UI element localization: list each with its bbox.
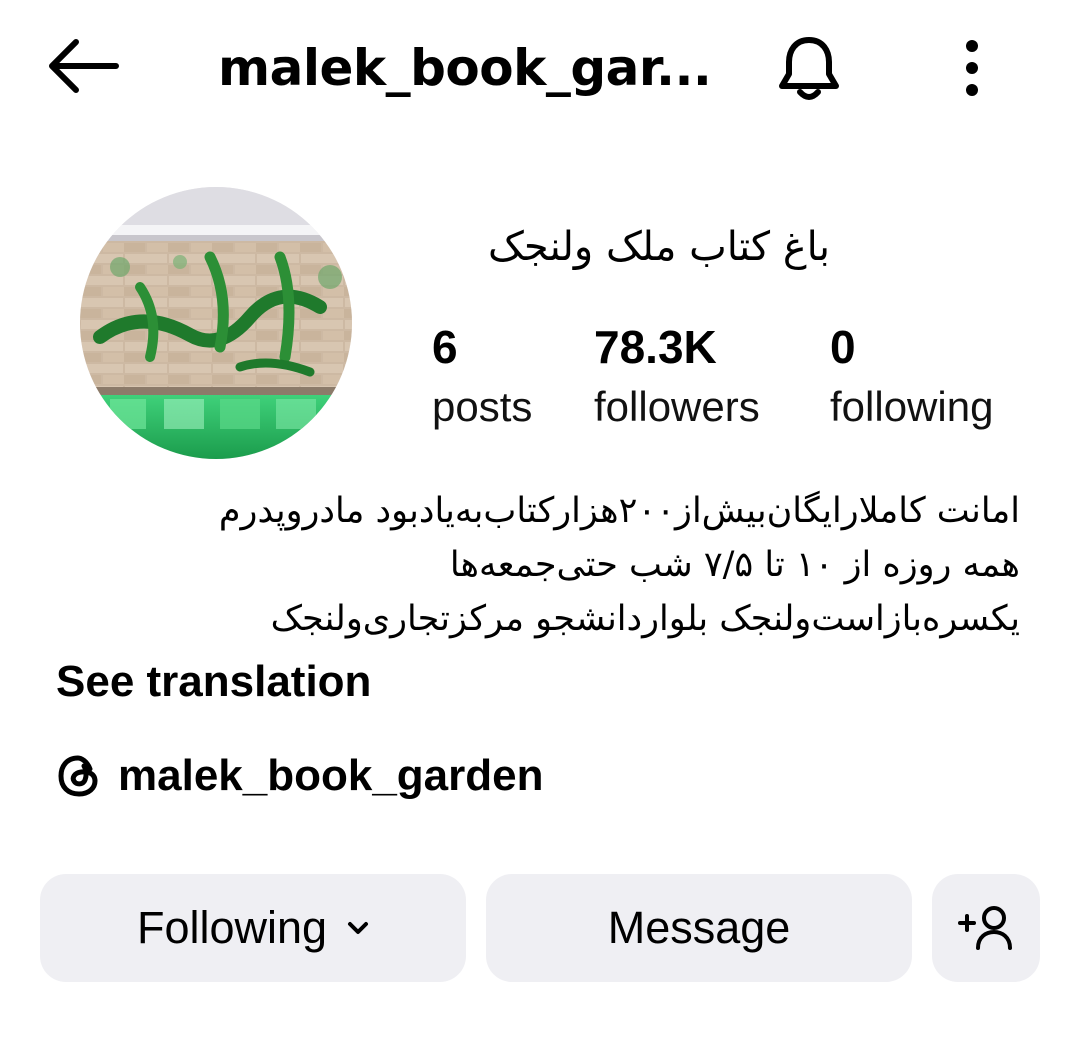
bell-icon bbox=[779, 37, 839, 100]
message-button-label: Message bbox=[607, 902, 791, 953]
profile-avatar[interactable] bbox=[80, 187, 352, 459]
bio-line: همه روزه از ۱۰ تا ۷/۵ شب حتی‌جمعه‌ها bbox=[449, 545, 1020, 585]
threads-icon bbox=[56, 753, 102, 799]
chevron-down-icon bbox=[347, 921, 369, 935]
following-count: 0 bbox=[830, 321, 856, 373]
bio-line: امانت کاملارایگان‌بیش‌از۲۰۰هزارکتاب‌به‌ی… bbox=[218, 491, 1020, 531]
see-translation-link[interactable]: See translation bbox=[56, 652, 371, 712]
following-label: following bbox=[830, 383, 994, 430]
profile-header: malek_book_gar... bbox=[0, 0, 1080, 135]
followers-label: followers bbox=[594, 383, 760, 430]
notifications-button[interactable] bbox=[766, 26, 852, 110]
profile-display-name: باغ کتاب ملک ولنجک bbox=[488, 224, 830, 270]
posts-label: posts bbox=[432, 383, 533, 430]
followers-count: 78.3K bbox=[594, 321, 717, 373]
threads-link[interactable]: malek_book_garden bbox=[56, 744, 544, 808]
add-person-icon bbox=[958, 906, 1012, 950]
header-username: malek_book_gar... bbox=[218, 39, 712, 97]
back-button[interactable] bbox=[36, 30, 128, 102]
avatar-image bbox=[80, 187, 352, 459]
arrow-left-icon bbox=[49, 39, 119, 93]
stat-following[interactable]: 0 following bbox=[830, 318, 1030, 438]
stat-posts[interactable]: 6 posts bbox=[432, 318, 562, 438]
threads-handle: malek_book_garden bbox=[118, 751, 544, 800]
message-button[interactable]: Message bbox=[486, 874, 912, 982]
more-options-button[interactable] bbox=[946, 30, 998, 106]
stat-followers[interactable]: 78.3K followers bbox=[594, 318, 804, 438]
bio-line: یکسره‌بازاست‌ولنجک بلواردانشجو مرکزتجاری… bbox=[270, 599, 1020, 639]
profile-bio: امانت کاملارایگان‌بیش‌از۲۰۰هزارکتاب‌به‌ی… bbox=[50, 484, 1020, 646]
add-person-button[interactable] bbox=[932, 874, 1040, 982]
following-button-label: Following bbox=[136, 902, 328, 953]
more-vertical-icon bbox=[966, 40, 978, 96]
following-button[interactable]: Following bbox=[40, 874, 466, 982]
posts-count: 6 bbox=[432, 321, 458, 373]
